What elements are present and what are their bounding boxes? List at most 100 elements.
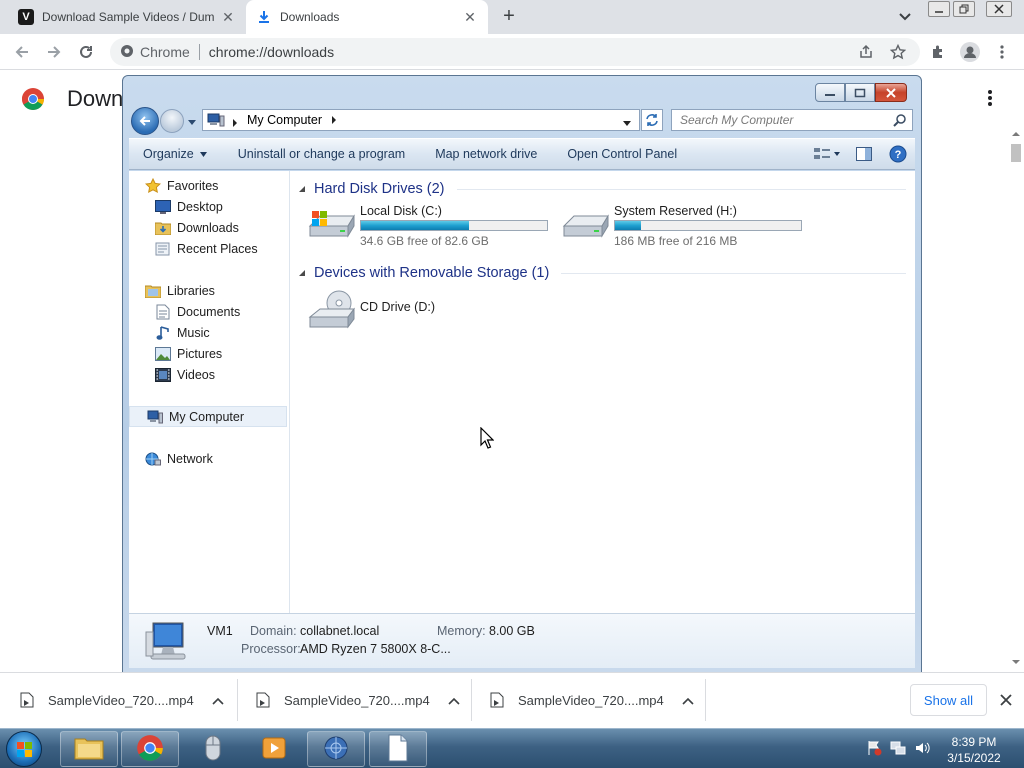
download-item[interactable]: SampleVideo_720....mp4: [0, 679, 238, 721]
address-bar[interactable]: My Computer: [202, 109, 640, 131]
drive-usage-bar: [614, 219, 802, 231]
desktop-icon: [155, 199, 171, 215]
taskbar-network-app-button[interactable]: [307, 731, 365, 767]
refresh-button[interactable]: [641, 109, 663, 131]
close-icon[interactable]: [998, 692, 1014, 708]
chrome-icon: [136, 734, 164, 765]
preview-pane-icon[interactable]: [847, 139, 881, 169]
address-dropdown-icon[interactable]: [623, 116, 631, 126]
nav-libraries[interactable]: Libraries: [129, 280, 287, 301]
group-header-hard-disk-drives[interactable]: Hard Disk Drives (2): [298, 179, 906, 199]
tab-downloads[interactable]: Downloads ✕: [246, 0, 488, 34]
nav-label: Documents: [177, 304, 241, 319]
page-title: Down: [67, 86, 124, 111]
nav-my-computer[interactable]: My Computer: [129, 406, 287, 427]
svg-text:?: ?: [895, 149, 902, 161]
drive-name: Local Disk (C:): [360, 204, 442, 218]
maximize-button[interactable]: [845, 83, 875, 102]
nav-network[interactable]: Network: [129, 448, 287, 469]
action-center-flag-icon[interactable]: [866, 740, 882, 756]
drive-usage-bar: [360, 219, 548, 231]
back-button[interactable]: [10, 40, 34, 64]
nav-music[interactable]: Music: [129, 322, 287, 343]
taskbar-chrome-button[interactable]: [121, 731, 179, 767]
breadcrumb-arrow-icon[interactable]: [231, 116, 239, 127]
libraries-icon: [145, 283, 161, 299]
uninstall-program-button[interactable]: Uninstall or change a program: [222, 147, 420, 161]
star-icon: [145, 177, 161, 194]
chevron-up-icon[interactable]: [448, 693, 460, 708]
volume-icon[interactable]: [914, 740, 930, 756]
nav-label: Music: [177, 325, 210, 340]
drive-name: CD Drive (D:): [360, 300, 435, 314]
search-input[interactable]: Search My Computer: [671, 109, 913, 131]
omnibox-url[interactable]: chrome://downloads: [209, 44, 334, 60]
nav-favorites[interactable]: Favorites: [129, 175, 287, 196]
group-header-removable-storage[interactable]: Devices with Removable Storage (1): [298, 263, 906, 283]
tab-download-sample-videos[interactable]: V Download Sample Videos / Dum ✕: [8, 0, 246, 34]
open-control-panel-button[interactable]: Open Control Panel: [552, 147, 692, 161]
taskbar-clock[interactable]: 8:39 PM 3/15/2022: [936, 734, 1012, 766]
search-icon[interactable]: [893, 113, 907, 127]
group-divider: [456, 188, 906, 190]
taskbar-explorer-button[interactable]: [60, 731, 118, 767]
drive-system-reserved-h[interactable]: System Reserved (H:) 186 MB free of 216 …: [560, 204, 802, 248]
help-icon[interactable]: ?: [881, 139, 915, 169]
drive-cd-d[interactable]: CD Drive (D:): [306, 289, 435, 333]
tab-search-button[interactable]: [896, 9, 914, 25]
reload-button[interactable]: [74, 40, 98, 64]
breadcrumb-my-computer[interactable]: My Computer: [247, 113, 322, 127]
new-tab-button[interactable]: +: [498, 6, 520, 28]
scrollbar-thumb[interactable]: [1011, 144, 1021, 162]
breadcrumb-arrow-icon[interactable]: [330, 113, 338, 127]
close-window-button[interactable]: [875, 83, 907, 102]
network-tray-icon[interactable]: [890, 740, 906, 756]
share-icon[interactable]: [854, 40, 878, 64]
minimize-button[interactable]: [815, 83, 845, 102]
minimize-button[interactable]: [928, 1, 950, 17]
close-icon[interactable]: ✕: [462, 9, 478, 25]
close-window-button[interactable]: [986, 1, 1012, 17]
omnibox[interactable]: Chrome chrome://downloads: [110, 38, 920, 66]
close-icon[interactable]: ✕: [220, 9, 236, 25]
start-button[interactable]: [6, 731, 42, 767]
drive-free-space: 34.6 GB free of 82.6 GB: [360, 234, 489, 248]
forward-button[interactable]: [42, 40, 66, 64]
taskbar-media-player-button[interactable]: [245, 731, 303, 767]
tab-title: Downloads: [280, 10, 340, 24]
download-item[interactable]: SampleVideo_720....mp4: [238, 679, 472, 721]
recent-pages-dropdown[interactable]: [187, 115, 197, 125]
change-view-icon[interactable]: [807, 139, 847, 169]
download-item[interactable]: SampleVideo_720....mp4: [472, 679, 706, 721]
details-pane: VM1 Domain: collabnet.local Memory: 8.00…: [129, 613, 915, 668]
organize-menu[interactable]: Organize: [129, 147, 222, 161]
bookmark-star-icon[interactable]: [886, 40, 910, 64]
organize-label: Organize: [143, 147, 194, 161]
nav-pictures[interactable]: Pictures: [129, 343, 287, 364]
taskbar-mouse-button[interactable]: [184, 731, 242, 767]
back-button[interactable]: [131, 107, 159, 135]
restore-button[interactable]: [953, 1, 975, 17]
domain-value: collabnet.local: [300, 624, 380, 638]
profile-avatar-icon[interactable]: [958, 40, 982, 64]
nav-videos[interactable]: Videos: [129, 364, 287, 385]
folder-icon: [74, 735, 104, 764]
nav-label: Videos: [177, 367, 215, 382]
page-scrollbar[interactable]: [1008, 128, 1024, 672]
forward-button[interactable]: [160, 109, 184, 133]
nav-recent-places[interactable]: Recent Places: [129, 238, 287, 259]
chevron-up-icon[interactable]: [212, 693, 224, 708]
nav-downloads[interactable]: Downloads: [129, 217, 287, 238]
taskbar-notepad-button[interactable]: [369, 731, 427, 767]
collapse-triangle-icon: [299, 270, 305, 276]
drive-local-disk-c[interactable]: Local Disk (C:) 34.6 GB free of 82.6 GB: [306, 204, 548, 248]
extensions-icon[interactable]: [926, 40, 950, 64]
nav-documents[interactable]: Documents: [129, 301, 287, 322]
nav-desktop[interactable]: Desktop: [129, 196, 287, 217]
chevron-up-icon[interactable]: [682, 693, 694, 708]
page-menu-icon[interactable]: [980, 88, 1000, 108]
pictures-icon: [155, 346, 171, 362]
map-network-drive-button[interactable]: Map network drive: [420, 147, 552, 161]
show-all-button[interactable]: Show all: [910, 684, 987, 716]
chrome-menu-icon[interactable]: [990, 40, 1014, 64]
